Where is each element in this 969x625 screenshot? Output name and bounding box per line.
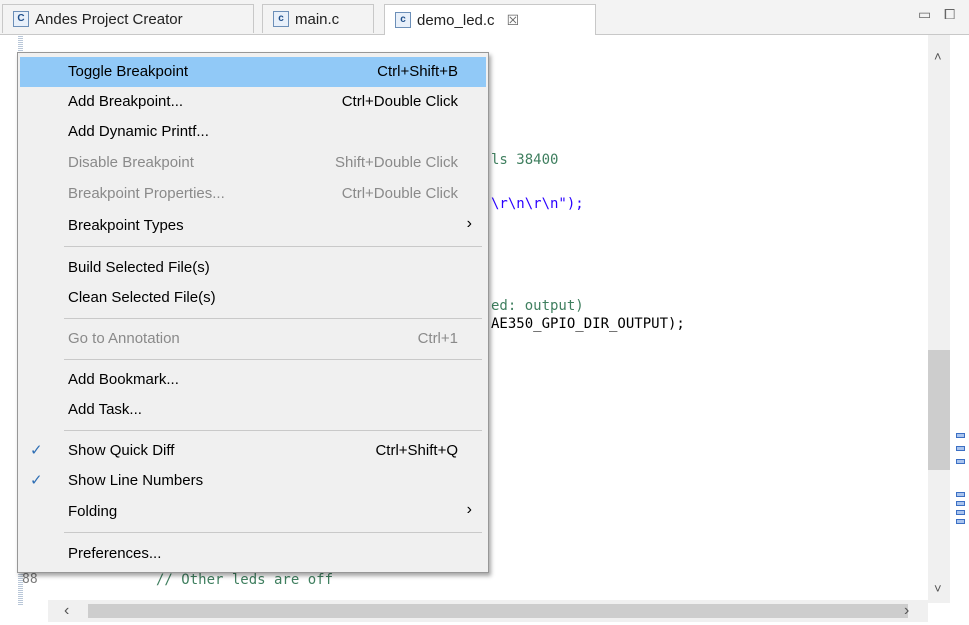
minimize-icon[interactable]: ▭ xyxy=(918,6,931,23)
menu-item-disable-breakpoint[interactable]: Disable Breakpoint Shift+Double Click xyxy=(20,148,486,178)
menu-separator xyxy=(64,532,482,533)
maximize-icon[interactable]: ⧠ xyxy=(944,6,955,23)
tab-andes-project-creator[interactable]: C Andes Project Creator xyxy=(2,4,254,33)
checkmark-icon: ✓ xyxy=(30,442,43,459)
menu-item-show-quick-diff[interactable]: ✓ Show Quick Diff Ctrl+Shift+Q xyxy=(20,436,486,466)
project-creator-icon: C xyxy=(13,11,29,27)
close-tab-icon[interactable]: ☒ xyxy=(507,12,520,29)
overview-annotation-marker[interactable] xyxy=(956,433,965,438)
horizontal-scroll-thumb[interactable] xyxy=(88,604,908,618)
line-number: 88 xyxy=(22,572,38,587)
overview-annotation-marker[interactable] xyxy=(956,510,965,515)
menu-item-clean-selected-files[interactable]: Clean Selected File(s) xyxy=(20,283,486,313)
menu-item-toggle-breakpoint[interactable]: Toggle Breakpoint Ctrl+Shift+B xyxy=(20,57,486,87)
menu-item-breakpoint-properties[interactable]: Breakpoint Properties... Ctrl+Double Cli… xyxy=(20,179,486,209)
menu-item-add-bookmark[interactable]: Add Bookmark... xyxy=(20,365,486,395)
horizontal-scrollbar[interactable] xyxy=(48,600,928,622)
menu-item-breakpoint-types[interactable]: Breakpoint Types › xyxy=(20,211,486,241)
scroll-up-arrow-icon[interactable]: ˄ xyxy=(934,49,942,64)
menu-separator xyxy=(64,359,482,360)
vertical-scroll-thumb[interactable] xyxy=(928,350,950,470)
menu-item-add-task[interactable]: Add Task... xyxy=(20,395,486,425)
tab-main-c[interactable]: c main.c xyxy=(262,4,374,33)
c-file-icon: c xyxy=(395,12,411,28)
menu-item-preferences[interactable]: Preferences... xyxy=(20,539,486,569)
menu-separator xyxy=(64,430,482,431)
menu-item-show-line-numbers[interactable]: ✓ Show Line Numbers xyxy=(20,466,486,496)
code-line: ls 38400 xyxy=(491,152,559,168)
editor-tab-bar: C Andes Project Creator c main.c c demo_… xyxy=(0,0,969,35)
menu-item-go-to-annotation[interactable]: Go to Annotation Ctrl+1 xyxy=(20,324,486,354)
code-line: // Other leds are off xyxy=(156,572,334,588)
menu-item-add-breakpoint[interactable]: Add Breakpoint... Ctrl+Double Click xyxy=(20,87,486,117)
scroll-left-arrow-icon[interactable]: ‹ xyxy=(64,602,69,620)
tab-label: demo_led.c xyxy=(417,11,495,29)
scroll-right-arrow-icon[interactable]: › xyxy=(904,602,909,620)
menu-item-build-selected-files[interactable]: Build Selected File(s) xyxy=(20,253,486,283)
code-line: \r\n\r\n"); xyxy=(491,196,584,212)
checkmark-icon: ✓ xyxy=(30,472,43,489)
menu-separator xyxy=(64,318,482,319)
scroll-down-arrow-icon[interactable]: ˅ xyxy=(934,581,942,596)
tab-label: main.c xyxy=(295,10,340,28)
submenu-arrow-icon: › xyxy=(466,215,472,232)
menu-separator xyxy=(64,246,482,247)
ruler-context-menu: Toggle Breakpoint Ctrl+Shift+B Add Break… xyxy=(17,52,489,573)
submenu-arrow-icon: › xyxy=(466,501,472,518)
overview-annotation-marker[interactable] xyxy=(956,519,965,524)
c-file-icon: c xyxy=(273,11,289,27)
overview-annotation-marker[interactable] xyxy=(956,492,965,497)
menu-item-folding[interactable]: Folding › xyxy=(20,497,486,527)
overview-annotation-marker[interactable] xyxy=(956,459,965,464)
overview-annotation-marker[interactable] xyxy=(956,501,965,506)
tab-demo-led-c[interactable]: c demo_led.c ☒ xyxy=(384,4,596,35)
code-line: AE350_GPIO_DIR_OUTPUT); xyxy=(491,316,685,332)
code-line: ed: output) xyxy=(491,298,584,314)
tab-label: Andes Project Creator xyxy=(35,10,183,28)
vertical-scrollbar[interactable] xyxy=(928,35,950,603)
menu-item-add-dynamic-printf[interactable]: Add Dynamic Printf... xyxy=(20,117,486,147)
overview-annotation-marker[interactable] xyxy=(956,446,965,451)
